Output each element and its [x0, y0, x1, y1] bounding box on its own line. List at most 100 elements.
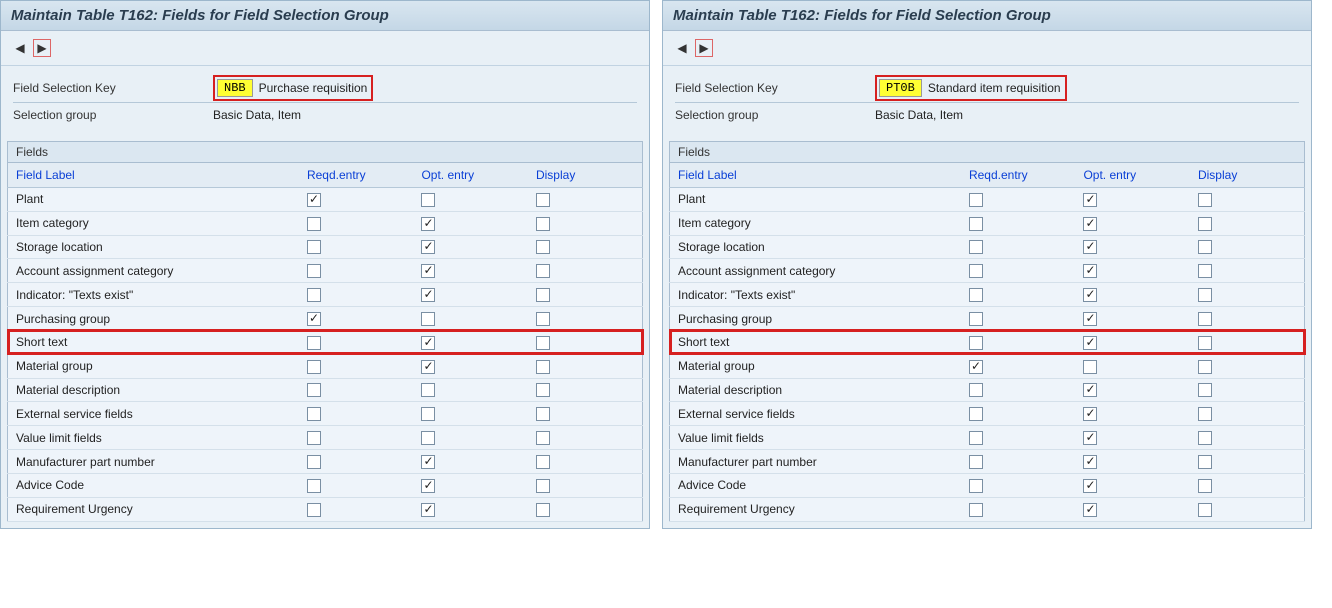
checkbox-unchecked[interactable]	[307, 336, 321, 350]
field-selection-key-code[interactable]: NBB	[217, 79, 253, 97]
table-row: Storage location	[8, 235, 643, 259]
checkbox-checked[interactable]	[307, 312, 321, 326]
checkbox-unchecked[interactable]	[536, 455, 550, 469]
checkbox-checked[interactable]	[421, 360, 435, 374]
checkbox-unchecked[interactable]	[536, 288, 550, 302]
checkbox-unchecked[interactable]	[1198, 360, 1212, 374]
checkbox-unchecked[interactable]	[1198, 431, 1212, 445]
checkbox-unchecked[interactable]	[1198, 503, 1212, 517]
checkbox-unchecked[interactable]	[421, 312, 435, 326]
next-button[interactable]: ▶	[33, 39, 51, 57]
checkbox-checked[interactable]	[421, 264, 435, 278]
checkbox-unchecked[interactable]	[536, 479, 550, 493]
prev-button[interactable]: ◀	[11, 39, 29, 57]
checkbox-unchecked[interactable]	[536, 312, 550, 326]
checkbox-unchecked[interactable]	[969, 193, 983, 207]
checkbox-unchecked[interactable]	[307, 407, 321, 421]
checkbox-unchecked[interactable]	[421, 407, 435, 421]
field-selection-key-label: Field Selection Key	[675, 81, 875, 95]
checkbox-checked[interactable]	[1083, 503, 1097, 517]
checkbox-unchecked[interactable]	[969, 217, 983, 231]
checkbox-unchecked[interactable]	[307, 383, 321, 397]
checkbox-unchecked[interactable]	[536, 217, 550, 231]
checkbox-unchecked[interactable]	[1198, 479, 1212, 493]
checkbox-checked[interactable]	[421, 503, 435, 517]
checkbox-checked[interactable]	[1083, 383, 1097, 397]
fields-table: Field Label Reqd.entry Opt. entry Displa…	[669, 162, 1305, 522]
checkbox-checked[interactable]	[1083, 312, 1097, 326]
prev-button[interactable]: ◀	[673, 39, 691, 57]
field-selection-key-box: NBB Purchase requisition	[213, 75, 373, 101]
checkbox-unchecked[interactable]	[1198, 288, 1212, 302]
checkbox-checked[interactable]	[1083, 336, 1097, 350]
checkbox-unchecked[interactable]	[536, 336, 550, 350]
checkbox-checked[interactable]	[421, 336, 435, 350]
checkbox-unchecked[interactable]	[307, 217, 321, 231]
checkbox-checked[interactable]	[1083, 407, 1097, 421]
table-row: Advice Code	[8, 473, 643, 497]
checkbox-unchecked[interactable]	[536, 264, 550, 278]
checkbox-unchecked[interactable]	[307, 288, 321, 302]
checkbox-unchecked[interactable]	[536, 407, 550, 421]
checkbox-unchecked[interactable]	[421, 383, 435, 397]
checkbox-unchecked[interactable]	[969, 240, 983, 254]
checkbox-unchecked[interactable]	[1198, 264, 1212, 278]
checkbox-checked[interactable]	[1083, 264, 1097, 278]
checkbox-unchecked[interactable]	[969, 264, 983, 278]
checkbox-checked[interactable]	[421, 288, 435, 302]
checkbox-unchecked[interactable]	[969, 312, 983, 326]
checkbox-unchecked[interactable]	[307, 503, 321, 517]
checkbox-unchecked[interactable]	[536, 383, 550, 397]
field-selection-key-code[interactable]: PT0B	[879, 79, 922, 97]
checkbox-checked[interactable]	[421, 217, 435, 231]
row-label: Manufacturer part number	[8, 450, 299, 474]
checkbox-checked[interactable]	[1083, 240, 1097, 254]
checkbox-checked[interactable]	[421, 479, 435, 493]
checkbox-checked[interactable]	[1083, 288, 1097, 302]
checkbox-unchecked[interactable]	[1083, 360, 1097, 374]
checkbox-unchecked[interactable]	[1198, 383, 1212, 397]
checkbox-checked[interactable]	[1083, 431, 1097, 445]
checkbox-checked[interactable]	[307, 193, 321, 207]
checkbox-unchecked[interactable]	[969, 455, 983, 469]
checkbox-unchecked[interactable]	[969, 431, 983, 445]
next-button[interactable]: ▶	[695, 39, 713, 57]
checkbox-unchecked[interactable]	[1198, 217, 1212, 231]
checkbox-checked[interactable]	[421, 455, 435, 469]
checkbox-unchecked[interactable]	[307, 240, 321, 254]
checkbox-unchecked[interactable]	[1198, 193, 1212, 207]
checkbox-unchecked[interactable]	[969, 383, 983, 397]
checkbox-unchecked[interactable]	[421, 431, 435, 445]
checkbox-unchecked[interactable]	[536, 360, 550, 374]
checkbox-checked[interactable]	[1083, 217, 1097, 231]
checkbox-unchecked[interactable]	[1198, 240, 1212, 254]
checkbox-unchecked[interactable]	[307, 431, 321, 445]
row-label: Plant	[670, 188, 961, 212]
checkbox-unchecked[interactable]	[307, 455, 321, 469]
checkbox-unchecked[interactable]	[1198, 312, 1212, 326]
checkbox-unchecked[interactable]	[536, 503, 550, 517]
checkbox-unchecked[interactable]	[421, 193, 435, 207]
checkbox-unchecked[interactable]	[307, 479, 321, 493]
checkbox-unchecked[interactable]	[1198, 336, 1212, 350]
checkbox-unchecked[interactable]	[536, 240, 550, 254]
checkbox-checked[interactable]	[1083, 479, 1097, 493]
checkbox-checked[interactable]	[969, 360, 983, 374]
checkbox-checked[interactable]	[1083, 455, 1097, 469]
checkbox-unchecked[interactable]	[1198, 407, 1212, 421]
checkbox-unchecked[interactable]	[536, 193, 550, 207]
checkbox-unchecked[interactable]	[1198, 455, 1212, 469]
checkbox-unchecked[interactable]	[969, 479, 983, 493]
checkbox-unchecked[interactable]	[969, 503, 983, 517]
row-label: Storage location	[670, 235, 961, 259]
selection-group-value: Basic Data, Item	[213, 108, 301, 122]
checkbox-unchecked[interactable]	[969, 407, 983, 421]
checkbox-unchecked[interactable]	[969, 336, 983, 350]
row-label: Advice Code	[8, 473, 299, 497]
checkbox-checked[interactable]	[1083, 193, 1097, 207]
checkbox-unchecked[interactable]	[969, 288, 983, 302]
checkbox-unchecked[interactable]	[307, 264, 321, 278]
checkbox-unchecked[interactable]	[536, 431, 550, 445]
checkbox-unchecked[interactable]	[307, 360, 321, 374]
checkbox-checked[interactable]	[421, 240, 435, 254]
